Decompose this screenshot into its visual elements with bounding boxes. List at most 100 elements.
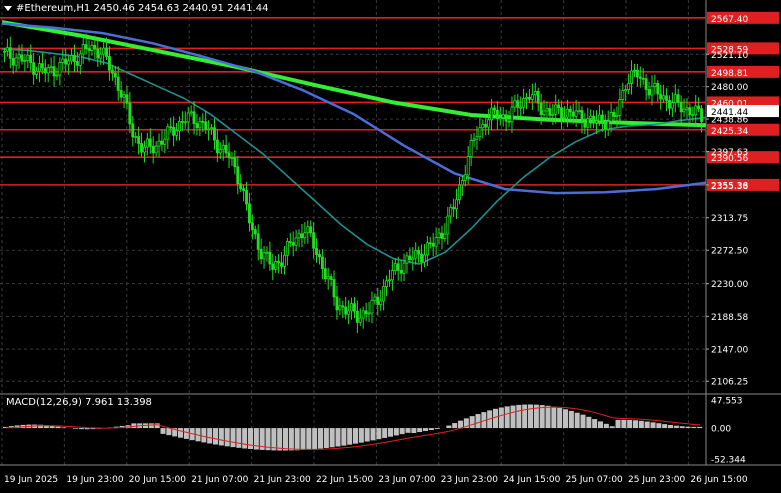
candle-body — [15, 58, 17, 65]
candle-body — [502, 115, 504, 118]
macd-bar — [569, 411, 574, 428]
candle-body — [251, 223, 253, 230]
time-label: 25 Jun 23:00 — [628, 475, 685, 485]
candle-body — [199, 121, 201, 127]
macd-bar — [38, 425, 43, 428]
candle-body — [680, 102, 682, 112]
macd-bar — [312, 428, 317, 449]
chart-area[interactable]: 2567.402528.592498.812460.012425.342390.… — [0, 0, 781, 489]
macd-tick-label: 0.00 — [711, 425, 731, 435]
macd-bar — [184, 428, 189, 439]
macd-bar — [627, 420, 632, 428]
candle-body — [170, 127, 172, 128]
candle-body — [21, 55, 23, 61]
candle-body — [260, 249, 262, 259]
candle-body — [254, 230, 256, 234]
candle-body — [610, 112, 612, 121]
candle-body — [671, 103, 673, 109]
macd-bar — [435, 428, 440, 429]
candle-body — [359, 318, 361, 322]
candle-body — [275, 261, 277, 269]
candle-body — [537, 91, 539, 103]
candle-body — [639, 77, 641, 78]
macd-bar — [452, 423, 457, 428]
candle-body — [12, 58, 14, 65]
candle-body — [263, 253, 265, 259]
candle-body — [619, 99, 621, 115]
axis-tick-label: 2106.25 — [711, 378, 748, 388]
macd-bar — [295, 428, 300, 450]
candle-body — [552, 114, 554, 115]
candle-body — [318, 255, 320, 257]
macd-bar — [662, 424, 667, 428]
candle-body — [243, 189, 245, 191]
candle-body — [695, 106, 697, 115]
candle-body — [435, 238, 437, 247]
candle-body — [339, 306, 341, 310]
candle-body — [158, 141, 160, 146]
candle-body — [593, 116, 595, 123]
candle-body — [79, 54, 81, 65]
level-tag-text: 2567.40 — [711, 15, 748, 25]
candle-body — [377, 297, 379, 304]
macd-bar — [499, 407, 504, 428]
macd-bar — [376, 428, 381, 439]
candle-body — [30, 55, 32, 62]
triangle-down-icon[interactable] — [4, 6, 12, 11]
candle-body — [461, 181, 463, 185]
candle-body — [85, 45, 87, 49]
candle-body — [175, 131, 177, 136]
candle-body — [65, 59, 67, 64]
time-label: 20 Jun 15:00 — [129, 475, 186, 485]
axis-tick-label: 2355.36 — [711, 181, 748, 191]
macd-bar — [236, 428, 241, 448]
time-label: 26 Jun 15:00 — [690, 475, 747, 485]
macd-bar — [161, 428, 166, 434]
macd-bar — [149, 423, 154, 428]
candle-body — [546, 109, 548, 111]
candle-body — [330, 277, 332, 280]
candle-body — [237, 167, 239, 184]
candle-body — [272, 264, 274, 269]
candle-body — [499, 118, 501, 119]
time-label: 25 Jun 07:00 — [566, 475, 623, 485]
candle-body — [528, 97, 530, 99]
candle-body — [362, 311, 364, 318]
candle-body — [540, 103, 542, 114]
macd-bar — [616, 420, 621, 428]
candle-body — [426, 243, 428, 255]
macd-bar — [219, 428, 224, 445]
macd-bar — [604, 424, 609, 428]
candle-body — [117, 77, 119, 90]
candle-body — [400, 270, 402, 273]
chart-header[interactable]: #Ethereum,H1 2450.46 2454.63 2440.91 244… — [4, 3, 268, 14]
chart-canvas[interactable]: 2567.402528.592498.812460.012425.342390.… — [0, 0, 781, 489]
candle-body — [120, 90, 122, 97]
axis-tick-label: 2313.75 — [711, 214, 748, 224]
time-label: 23 Jun 23:00 — [441, 475, 498, 485]
candle-body — [470, 140, 472, 156]
candle-body — [633, 70, 635, 71]
macd-bar — [248, 428, 253, 449]
macd-bar — [371, 428, 376, 440]
candle-body — [73, 56, 75, 62]
candle-body — [132, 124, 134, 137]
macd-bar — [283, 428, 288, 450]
candle-body — [525, 97, 527, 98]
macd-bar — [668, 425, 673, 428]
candle-body — [391, 271, 393, 280]
candle-body — [403, 263, 405, 273]
candle-body — [33, 63, 35, 75]
time-label: 23 Jun 07:00 — [378, 475, 435, 485]
candle-body — [674, 95, 676, 103]
candle-body — [692, 115, 694, 116]
time-label: 24 Jun 15:00 — [503, 475, 560, 485]
macd-bar — [231, 428, 236, 447]
candle-body — [534, 91, 536, 94]
candle-body — [397, 264, 399, 271]
candle-body — [444, 234, 446, 238]
candle-body — [453, 207, 455, 208]
time-label: 21 Jun 23:00 — [254, 475, 311, 485]
macd-bar — [586, 417, 591, 428]
candle-body — [27, 55, 29, 60]
